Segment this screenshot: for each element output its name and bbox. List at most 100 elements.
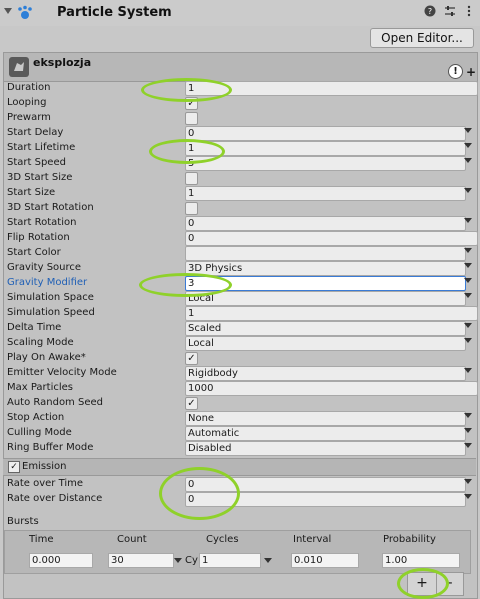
- chevron-down-icon[interactable]: [464, 368, 472, 373]
- sliders-icon[interactable]: [443, 5, 457, 19]
- rate-over-time-row: Rate over Time 0: [4, 477, 474, 492]
- 3d-start-size-row: 3D Start Size: [4, 171, 474, 186]
- gravity-modifier-label: Gravity Modifier: [7, 277, 88, 288]
- fold-arrow-icon[interactable]: [4, 8, 12, 14]
- chevron-down-icon[interactable]: [464, 128, 472, 133]
- start-delay-field[interactable]: 0: [185, 126, 466, 141]
- 3d-start-rotation-checkbox[interactable]: [185, 202, 198, 215]
- culling-mode-select[interactable]: Automatic: [185, 426, 466, 441]
- 3d-start-size-checkbox[interactable]: [185, 172, 198, 185]
- start-color-row: Start Color: [4, 246, 474, 261]
- looping-checkbox[interactable]: ✓: [185, 97, 198, 110]
- rate-over-time-field[interactable]: 0: [185, 477, 466, 492]
- kebab-icon[interactable]: [462, 5, 476, 19]
- burst-time-field[interactable]: 0.000: [29, 553, 93, 568]
- component-title: Particle System: [57, 5, 172, 20]
- chevron-down-icon[interactable]: [264, 558, 272, 563]
- burst-cycles-field[interactable]: 1: [199, 553, 261, 568]
- simulation-speed-field[interactable]: 1: [185, 306, 478, 321]
- 3d-start-rotation-label: 3D Start Rotation: [7, 202, 94, 213]
- 3d-start-rotation-row: 3D Start Rotation: [4, 201, 474, 216]
- chevron-down-icon[interactable]: [464, 494, 472, 499]
- stop-action-label: Stop Action: [7, 412, 65, 423]
- rate-over-distance-field[interactable]: 0: [185, 492, 466, 507]
- emitter-velocity-mode-select[interactable]: Rigidbody: [185, 366, 466, 381]
- start-speed-field[interactable]: 5: [185, 156, 466, 171]
- rate-over-distance-row: Rate over Distance 0: [4, 492, 474, 507]
- stop-action-select[interactable]: None: [185, 411, 466, 426]
- ring-buffer-mode-select[interactable]: Disabled: [185, 441, 466, 456]
- auto-random-seed-checkbox[interactable]: ✓: [185, 397, 198, 410]
- chevron-down-icon[interactable]: [464, 413, 472, 418]
- flip-rotation-field[interactable]: 0: [185, 231, 478, 246]
- gravity-source-row: Gravity Source 3D Physics: [4, 261, 474, 276]
- chevron-down-icon[interactable]: [464, 428, 472, 433]
- culling-mode-row: Culling Mode Automatic: [4, 426, 474, 441]
- chevron-down-icon[interactable]: [464, 143, 472, 148]
- module-header: eksplozja ! +: [4, 53, 477, 82]
- gravity-source-select[interactable]: 3D Physics: [185, 261, 466, 276]
- simulation-space-label: Simulation Space: [7, 292, 94, 303]
- chevron-down-icon[interactable]: [464, 338, 472, 343]
- emission-toggle-checkbox[interactable]: ✓: [8, 461, 20, 473]
- chevron-down-icon[interactable]: [464, 443, 472, 448]
- start-delay-label: Start Delay: [7, 127, 64, 138]
- prewarm-row: Prewarm: [4, 111, 474, 126]
- play-on-awake-label: Play On Awake*: [7, 352, 86, 363]
- ring-buffer-mode-row: Ring Buffer Mode Disabled: [4, 441, 474, 456]
- start-lifetime-field[interactable]: 1: [185, 141, 466, 156]
- simulation-space-row: Simulation Space Local: [4, 291, 474, 306]
- chevron-down-icon[interactable]: [464, 218, 472, 223]
- simulation-space-select[interactable]: Local: [185, 291, 466, 306]
- start-size-row: Start Size 1: [4, 186, 474, 201]
- looping-label: Looping: [7, 97, 47, 108]
- open-editor-button[interactable]: Open Editor...: [370, 28, 474, 48]
- scaling-mode-select[interactable]: Local: [185, 336, 466, 351]
- delta-time-select[interactable]: Scaled: [185, 321, 466, 336]
- duration-field[interactable]: 1: [185, 81, 478, 96]
- ring-buffer-mode-label: Ring Buffer Mode: [7, 442, 94, 453]
- delta-time-row: Delta Time Scaled: [4, 321, 474, 336]
- chevron-down-icon[interactable]: [464, 188, 472, 193]
- gravity-modifier-row: Gravity Modifier 3: [4, 276, 474, 291]
- bursts-col-cycles: Cycles: [206, 534, 239, 545]
- start-rotation-field[interactable]: 0: [185, 216, 466, 231]
- bursts-col-count: Count: [117, 534, 147, 545]
- chevron-down-icon[interactable]: [464, 248, 472, 253]
- add-burst-button[interactable]: +: [407, 572, 437, 596]
- emitter-velocity-mode-row: Emitter Velocity Mode Rigidbody: [4, 366, 474, 381]
- chevron-down-icon[interactable]: [464, 479, 472, 484]
- burst-count-field[interactable]: 30: [108, 553, 174, 568]
- bursts-col-probability: Probability: [383, 534, 436, 545]
- play-on-awake-checkbox[interactable]: ✓: [185, 352, 198, 365]
- burst-interval-field[interactable]: 0.010: [291, 553, 359, 568]
- rate-over-time-label: Rate over Time: [7, 478, 84, 489]
- remove-burst-button[interactable]: -: [436, 572, 464, 596]
- gravity-modifier-field[interactable]: 3: [185, 276, 466, 291]
- chevron-down-icon[interactable]: [174, 558, 182, 563]
- stop-action-row: Stop Action None: [4, 411, 474, 426]
- emission-module-header[interactable]: ✓ Emission: [3, 458, 476, 476]
- prewarm-checkbox[interactable]: [185, 112, 198, 125]
- warning-icon[interactable]: !: [448, 64, 463, 79]
- duration-row: Duration 1: [4, 81, 478, 96]
- chevron-down-icon[interactable]: [464, 278, 472, 283]
- chevron-down-icon[interactable]: [464, 293, 472, 298]
- start-color-color-field[interactable]: [185, 246, 466, 261]
- burst-probability-field[interactable]: 1.00: [382, 553, 460, 568]
- bursts-col-interval: Interval: [293, 534, 332, 545]
- simulation-speed-row: Simulation Speed 1: [4, 306, 478, 321]
- add-module-icon[interactable]: +: [466, 65, 476, 79]
- particle-thumbnail-icon: [9, 57, 29, 77]
- chevron-down-icon[interactable]: [464, 263, 472, 268]
- start-size-field[interactable]: 1: [185, 186, 466, 201]
- chevron-down-icon[interactable]: [464, 323, 472, 328]
- max-particles-field[interactable]: 1000: [185, 381, 478, 396]
- help-icon[interactable]: ?: [423, 5, 437, 19]
- burst-cycles-mode[interactable]: Cy: [185, 555, 198, 566]
- emitter-velocity-mode-label: Emitter Velocity Mode: [7, 367, 117, 378]
- rate-over-distance-label: Rate over Distance: [7, 493, 103, 504]
- chevron-down-icon[interactable]: [464, 158, 472, 163]
- prewarm-label: Prewarm: [7, 112, 51, 123]
- start-lifetime-row: Start Lifetime 1: [4, 141, 474, 156]
